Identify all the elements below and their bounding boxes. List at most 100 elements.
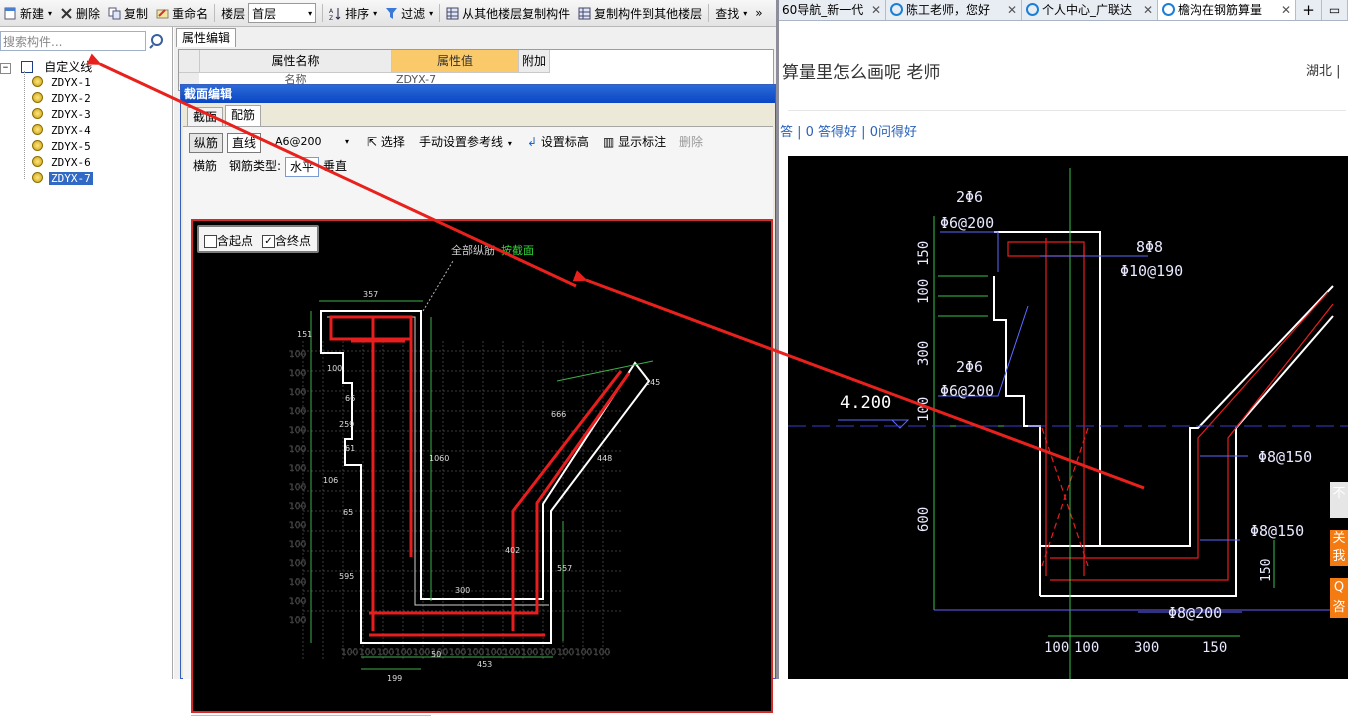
toolbar-divider [214, 4, 216, 22]
set-elevation-label: 设置标高 [540, 135, 589, 149]
tree-item-label: ZDYX-5 [51, 140, 91, 153]
close-icon[interactable]: ✕ [1143, 0, 1153, 20]
find-label: 查找 [715, 6, 740, 21]
leader-line [422, 260, 454, 312]
cad-dim: 600 [916, 507, 932, 532]
show-label-button[interactable]: ▥ 显示标注 [603, 133, 666, 151]
rebar-spec-select[interactable]: A6@200 ▾ [271, 133, 353, 151]
new-tab-button[interactable]: + [1296, 0, 1322, 20]
floor-select[interactable]: 首层 ▾ [248, 3, 317, 23]
side-label: 咨 [1332, 600, 1346, 615]
tree-item[interactable]: ZDYX-5 [20, 139, 93, 155]
dimension-label: 666 [551, 410, 566, 419]
cad-blue-leaders [788, 231, 1348, 613]
copy-icon [108, 7, 121, 20]
grid-label: 100 [289, 540, 306, 550]
tree-item-label: ZDYX-3 [51, 108, 91, 121]
more-button[interactable]: » [751, 2, 766, 24]
delete-disabled-button[interactable]: 删除 [679, 133, 703, 151]
cad-label: 8Φ8 [1136, 238, 1163, 256]
component-icon [32, 172, 43, 183]
tree-item[interactable]: ZDYX-2 [20, 91, 93, 107]
rename-button[interactable]: 重命名 [152, 2, 212, 24]
dimension-label: 595 [339, 572, 354, 581]
browser-tab-nav[interactable]: 60导航_新一代 ✕ [778, 0, 886, 20]
tree-item[interactable]: ZDYX-1 [20, 75, 93, 91]
tab-title: 60导航_新一代 [782, 3, 864, 17]
tree-root[interactable]: − 自定义线 [0, 59, 94, 75]
dimension-label: 448 [597, 454, 612, 463]
grid-label: 100 [289, 597, 306, 607]
sort-button[interactable]: AZ 排序 ▾ [325, 2, 381, 24]
ref-line-label: 手动设置参考线 [419, 135, 504, 149]
filter-button[interactable]: 过滤 ▾ [381, 2, 437, 24]
horizontal-button[interactable]: 水平 [285, 157, 320, 177]
new-button[interactable]: 新建 ▾ [0, 2, 56, 24]
find-button[interactable]: 查找 ▾ [711, 2, 751, 24]
cad-drawing-image: 2Φ6 Φ6@200 8Φ8 Φ10@190 2Φ6 Φ6@200 4.200 … [788, 156, 1348, 679]
dialog-title: 截面编辑 [181, 85, 775, 103]
component-tree-panel: 搜索构件... − 自定义线 ZDYX-1 ZDYX-2 ZDYX-3 ZDYX-4 Z… [0, 27, 173, 679]
cad-drawing: 2Φ6 Φ6@200 8Φ8 Φ10@190 2Φ6 Φ6@200 4.200 … [788, 168, 1348, 679]
close-icon[interactable]: ✕ [1007, 0, 1017, 20]
by-section-label: 按截面 [501, 243, 534, 257]
browser-tab-profile[interactable]: 个人中心_广联达 ✕ [1022, 0, 1158, 20]
delete-button[interactable]: 删除 [56, 2, 104, 24]
tree-item[interactable]: ZDYX-7 [20, 171, 93, 187]
grid-label: 100 [593, 648, 610, 658]
cursor-icon: ⇱ [367, 135, 378, 149]
answer-stats[interactable]: 答 | 0 答得好 | 0问得好 [780, 121, 917, 140]
floor-group: 楼层 首层 ▾ [217, 2, 320, 24]
copy-label: 复制 [124, 6, 149, 21]
grid-label: 100 [289, 445, 306, 455]
chevron-down-icon: ▾ [48, 8, 53, 18]
dialog-body: 纵筋 直线 A6@200 ▾ ⇱ 选择 手动设置参考线 ▾ ↲ 设置标高 ▥ 显… [183, 126, 773, 716]
dimension-label: 65 [343, 508, 353, 517]
copy-to-floor-button[interactable]: 复制构件到其他楼层 [574, 2, 706, 24]
tab-list-icon[interactable]: ▭ [1322, 0, 1348, 20]
side-button-follow[interactable]: 关我 [1330, 530, 1348, 566]
longitudinal-button[interactable]: 纵筋 [189, 133, 224, 153]
tree-item-label: ZDYX-7 [49, 172, 93, 185]
cad-green-lines [933, 168, 1275, 679]
rebar-top [329, 315, 413, 341]
tree-item-label: ZDYX-2 [51, 92, 91, 105]
search-input[interactable]: 搜索构件... [0, 31, 146, 51]
side-button-consult[interactable]: Q咨 [1330, 578, 1348, 618]
close-icon[interactable]: ✕ [871, 0, 881, 20]
browser-tab-active[interactable]: 檐沟在钢筋算量 ✕ [1158, 0, 1296, 20]
sort-icon: AZ [329, 7, 342, 22]
side-button-gray[interactable]: 不 [1330, 482, 1348, 518]
copy-button[interactable]: 复制 [104, 2, 152, 24]
dimension-label: 1060 [429, 454, 449, 463]
straight-line-button[interactable]: 直线 [227, 133, 262, 153]
tab-rebar[interactable]: 配筋 [225, 105, 262, 127]
grid-label: 100 [289, 578, 306, 588]
section-canvas[interactable]: 含起点 ✓ 含终点 100 100 100 100 100 100 100 100 100 100 1… [191, 219, 773, 713]
cad-label: Φ10@190 [1120, 262, 1183, 280]
tree-item-label: ZDYX-1 [51, 76, 91, 89]
chevron-down-icon: ▾ [429, 8, 434, 18]
cad-dim: 100 [1074, 640, 1099, 656]
chart-icon: ▥ [603, 135, 615, 149]
tree-item[interactable]: ZDYX-4 [20, 123, 93, 139]
floor-copy-icon [578, 7, 591, 20]
tab-property-edit[interactable]: 属性编辑 [176, 28, 236, 47]
search-icon[interactable] [149, 32, 167, 50]
ref-line-dropdown[interactable]: 手动设置参考线 ▾ [419, 133, 512, 151]
rename-icon [156, 7, 169, 20]
custom-line-icon [20, 61, 33, 73]
collapse-icon[interactable]: − [0, 63, 11, 74]
browser-tab-teacher[interactable]: 陈工老师，您好 ✕ [886, 0, 1022, 20]
tree-item[interactable]: ZDYX-6 [20, 155, 93, 171]
select-tool[interactable]: ⇱ 选择 [367, 133, 405, 151]
delete-icon [60, 7, 73, 20]
tab-section[interactable]: 截面 [187, 107, 224, 127]
vertical-button[interactable]: 垂直 [323, 157, 347, 175]
copy-from-floor-button[interactable]: 从其他楼层复制构件 [442, 2, 574, 24]
close-icon[interactable]: ✕ [1281, 0, 1291, 20]
set-elevation-button[interactable]: ↲ 设置标高 [527, 133, 589, 151]
tree-item[interactable]: ZDYX-3 [20, 107, 93, 123]
status-strip [191, 715, 431, 722]
ie-icon [1162, 3, 1175, 16]
